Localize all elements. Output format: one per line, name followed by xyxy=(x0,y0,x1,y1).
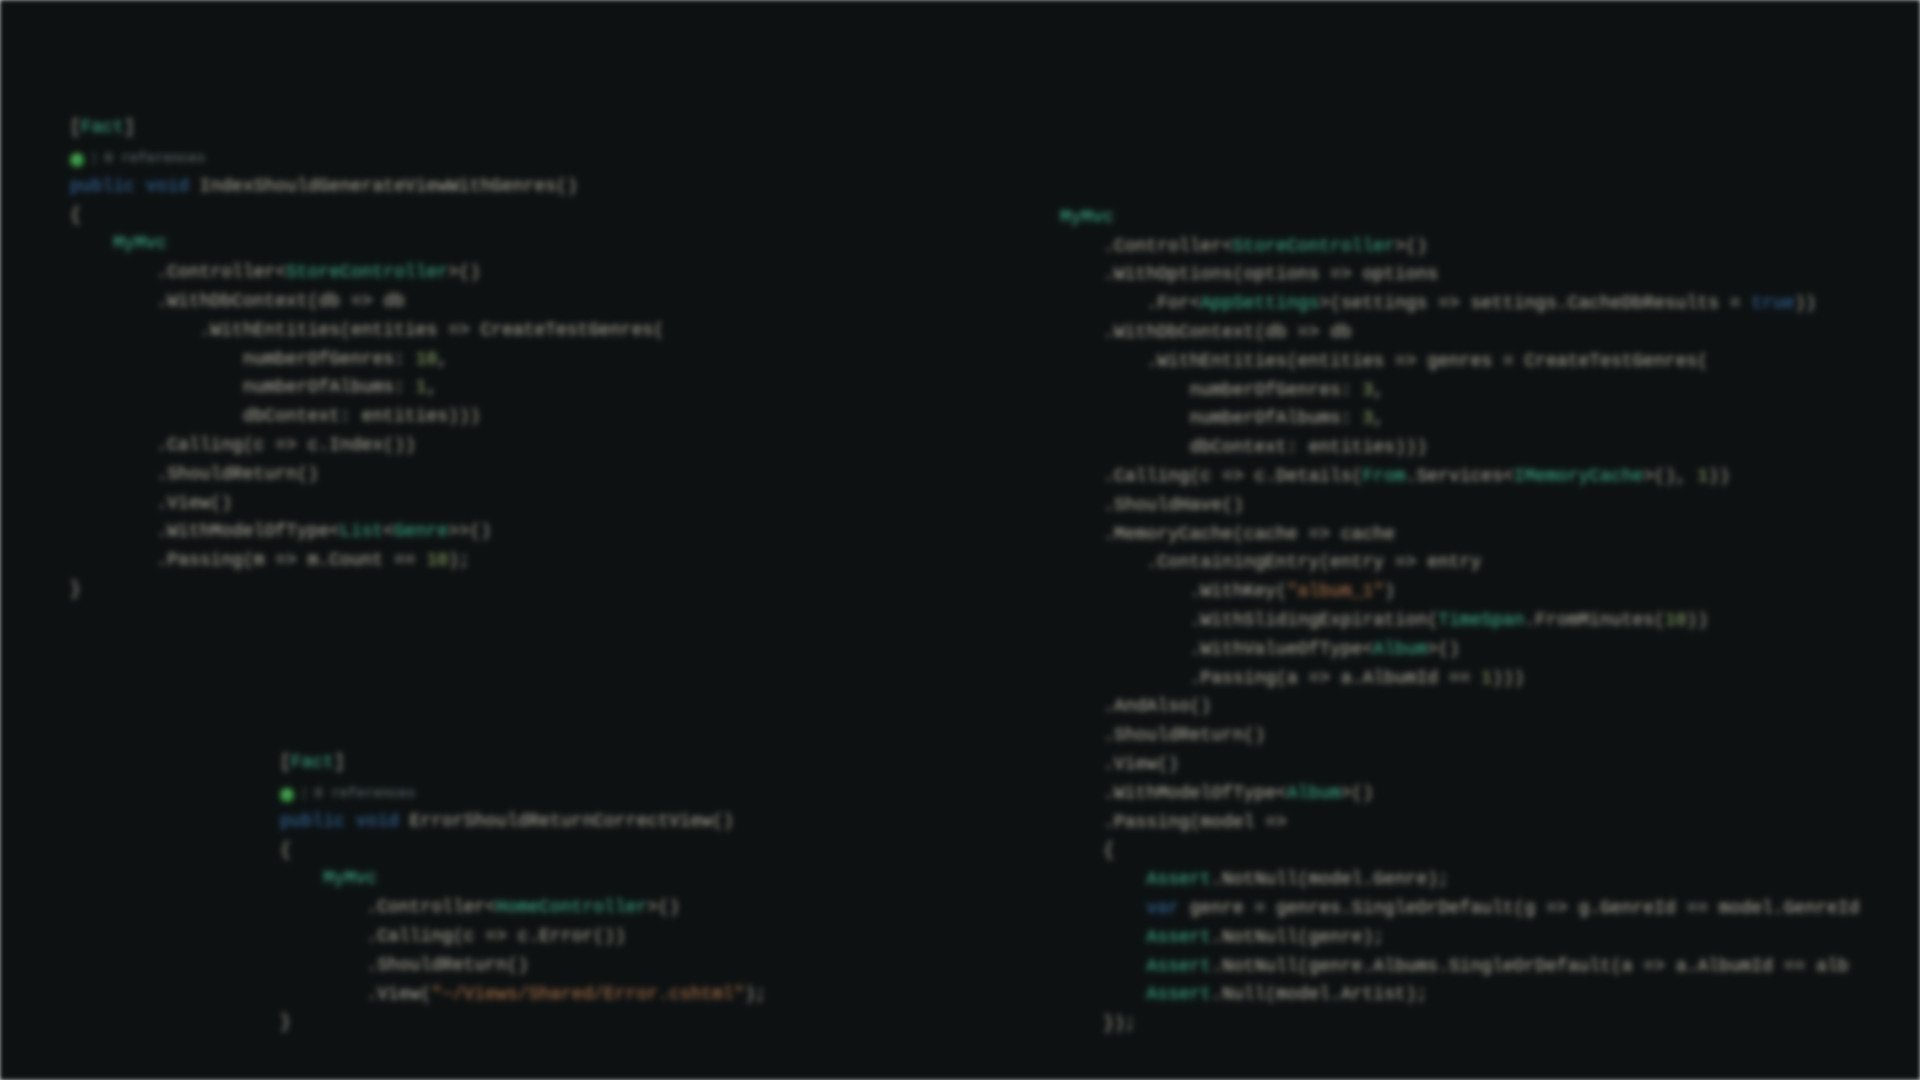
controller-line: .Controller<StoreController>() xyxy=(1103,237,1427,257)
with-entities-line: .WithEntities(entities => genres = Creat… xyxy=(1146,352,1708,372)
containing-entry-line: .ContainingEntry(entry => entry xyxy=(1146,553,1481,573)
memory-cache-line: .MemoryCache(cache => cache xyxy=(1103,525,1395,545)
with-sliding-line: .WithSlidingExpiration(TimeSpan.FromMinu… xyxy=(1190,611,1709,631)
should-return-line: .ShouldReturn() xyxy=(156,465,318,485)
db-context-line: dbContext: entities))) xyxy=(243,407,481,427)
open-brace: { xyxy=(280,841,291,861)
code-block-index-test: [Fact] ✓ | 0 references public void IndexS… xyxy=(70,85,664,634)
open-brace-2: { xyxy=(1103,841,1114,861)
codelens-row[interactable]: ✓ | 0 references xyxy=(70,146,205,172)
close-brace: } xyxy=(70,580,81,600)
passing-line: .Passing(m => m.Count == 10); xyxy=(156,551,469,571)
calling-line: .Calling(c => c.Index()) xyxy=(156,436,415,456)
with-key-line: .WithKey("album_1") xyxy=(1190,582,1395,602)
assert-line-3: Assert.NotNull(genre.Albums.SingleOrDefa… xyxy=(1146,957,1848,977)
assert-line-4: Assert.Null(model.Artist); xyxy=(1146,985,1427,1005)
test-pass-icon: ✓ xyxy=(280,788,294,802)
with-entities-line: .WithEntities(entities => CreateTestGenr… xyxy=(200,321,664,341)
attribute-bracket: [Fact] xyxy=(280,753,345,773)
passing1-line: .Passing(a => a.AlbumId == 1))) xyxy=(1190,669,1525,689)
with-db-line: .WithDbContext(db => db xyxy=(156,292,404,312)
code-editor-surface[interactable]: [Fact] ✓ | 0 references public void IndexS… xyxy=(0,0,1920,1080)
codelens-separator: | xyxy=(90,148,98,170)
close-2: }); xyxy=(1103,1014,1135,1034)
method-signature: public void ErrorShouldReturnCorrectView… xyxy=(280,812,734,832)
var-genre-line: var genre = genres.SingleOrDefault(g => … xyxy=(1146,899,1859,919)
num-albums-line: numberOfAlbums: 3, xyxy=(1190,409,1384,429)
with-options-line: .WithOptions(options => options xyxy=(1103,265,1438,285)
mymvc-entry: MyMvc xyxy=(113,234,167,254)
with-value-line: .WithValueOfType<Album>() xyxy=(1190,640,1460,660)
test-pass-icon: ✓ xyxy=(70,153,84,167)
num-albums-line: numberOfAlbums: 1, xyxy=(243,378,437,398)
should-return-line: .ShouldReturn() xyxy=(1103,726,1265,746)
passing2-line: .Passing(model => xyxy=(1103,813,1287,833)
view-line: .View() xyxy=(1103,755,1179,775)
num-genres-line: numberOfGenres: 10, xyxy=(243,350,448,370)
code-block-error-test: [Fact] ✓ | 0 references public void ErrorS… xyxy=(280,720,766,1067)
should-return-line: .ShouldReturn() xyxy=(366,956,528,976)
calling-line: .Calling(c => c.Details(From.Services<IM… xyxy=(1103,467,1730,487)
with-model-line: .WithModelOfType<Album>() xyxy=(1103,784,1373,804)
view-line: .View() xyxy=(156,494,232,514)
calling-line: .Calling(c => c.Error()) xyxy=(366,927,625,947)
assert-line-2: Assert.NotNull(genre); xyxy=(1146,928,1384,948)
view-line: .View("~/Views/Shared/Error.cshtml"); xyxy=(366,985,766,1005)
controller-line: .Controller<HomeController>() xyxy=(366,898,679,918)
db-context-line: dbContext: entities))) xyxy=(1190,438,1428,458)
method-signature: public void IndexShouldGenerateViewWithG… xyxy=(70,177,578,197)
num-genres-line: numberOfGenres: 3, xyxy=(1190,381,1384,401)
open-brace: { xyxy=(70,206,81,226)
with-model-line: .WithModelOfType<List<Genre>>() xyxy=(156,522,491,542)
should-have-line: .ShouldHave() xyxy=(1103,496,1243,516)
codelens-references[interactable]: 0 references xyxy=(314,783,415,805)
for-line: .For<AppSettings>(settings => settings.C… xyxy=(1146,294,1816,314)
mymvc-entry: MyMvc xyxy=(323,869,377,889)
with-db-line: .WithDbContext(db => db xyxy=(1103,323,1351,343)
assert-line-1: Assert.NotNull(model.Genre); xyxy=(1146,870,1448,890)
codelens-references[interactable]: 0 references xyxy=(104,148,205,170)
codelens-separator: | xyxy=(300,783,308,805)
and-also-line: .AndAlso() xyxy=(1103,697,1211,717)
close-brace: } xyxy=(280,1013,291,1033)
mymvc-entry: MyMvc xyxy=(1060,208,1114,228)
codelens-row[interactable]: ✓ | 0 references xyxy=(280,781,415,807)
attribute-bracket: [Fact] xyxy=(70,118,135,138)
controller-line: .Controller<StoreController>() xyxy=(156,263,480,283)
code-block-details-test: MyMvc .Controller<StoreController>() .Wi… xyxy=(1060,175,1859,1068)
